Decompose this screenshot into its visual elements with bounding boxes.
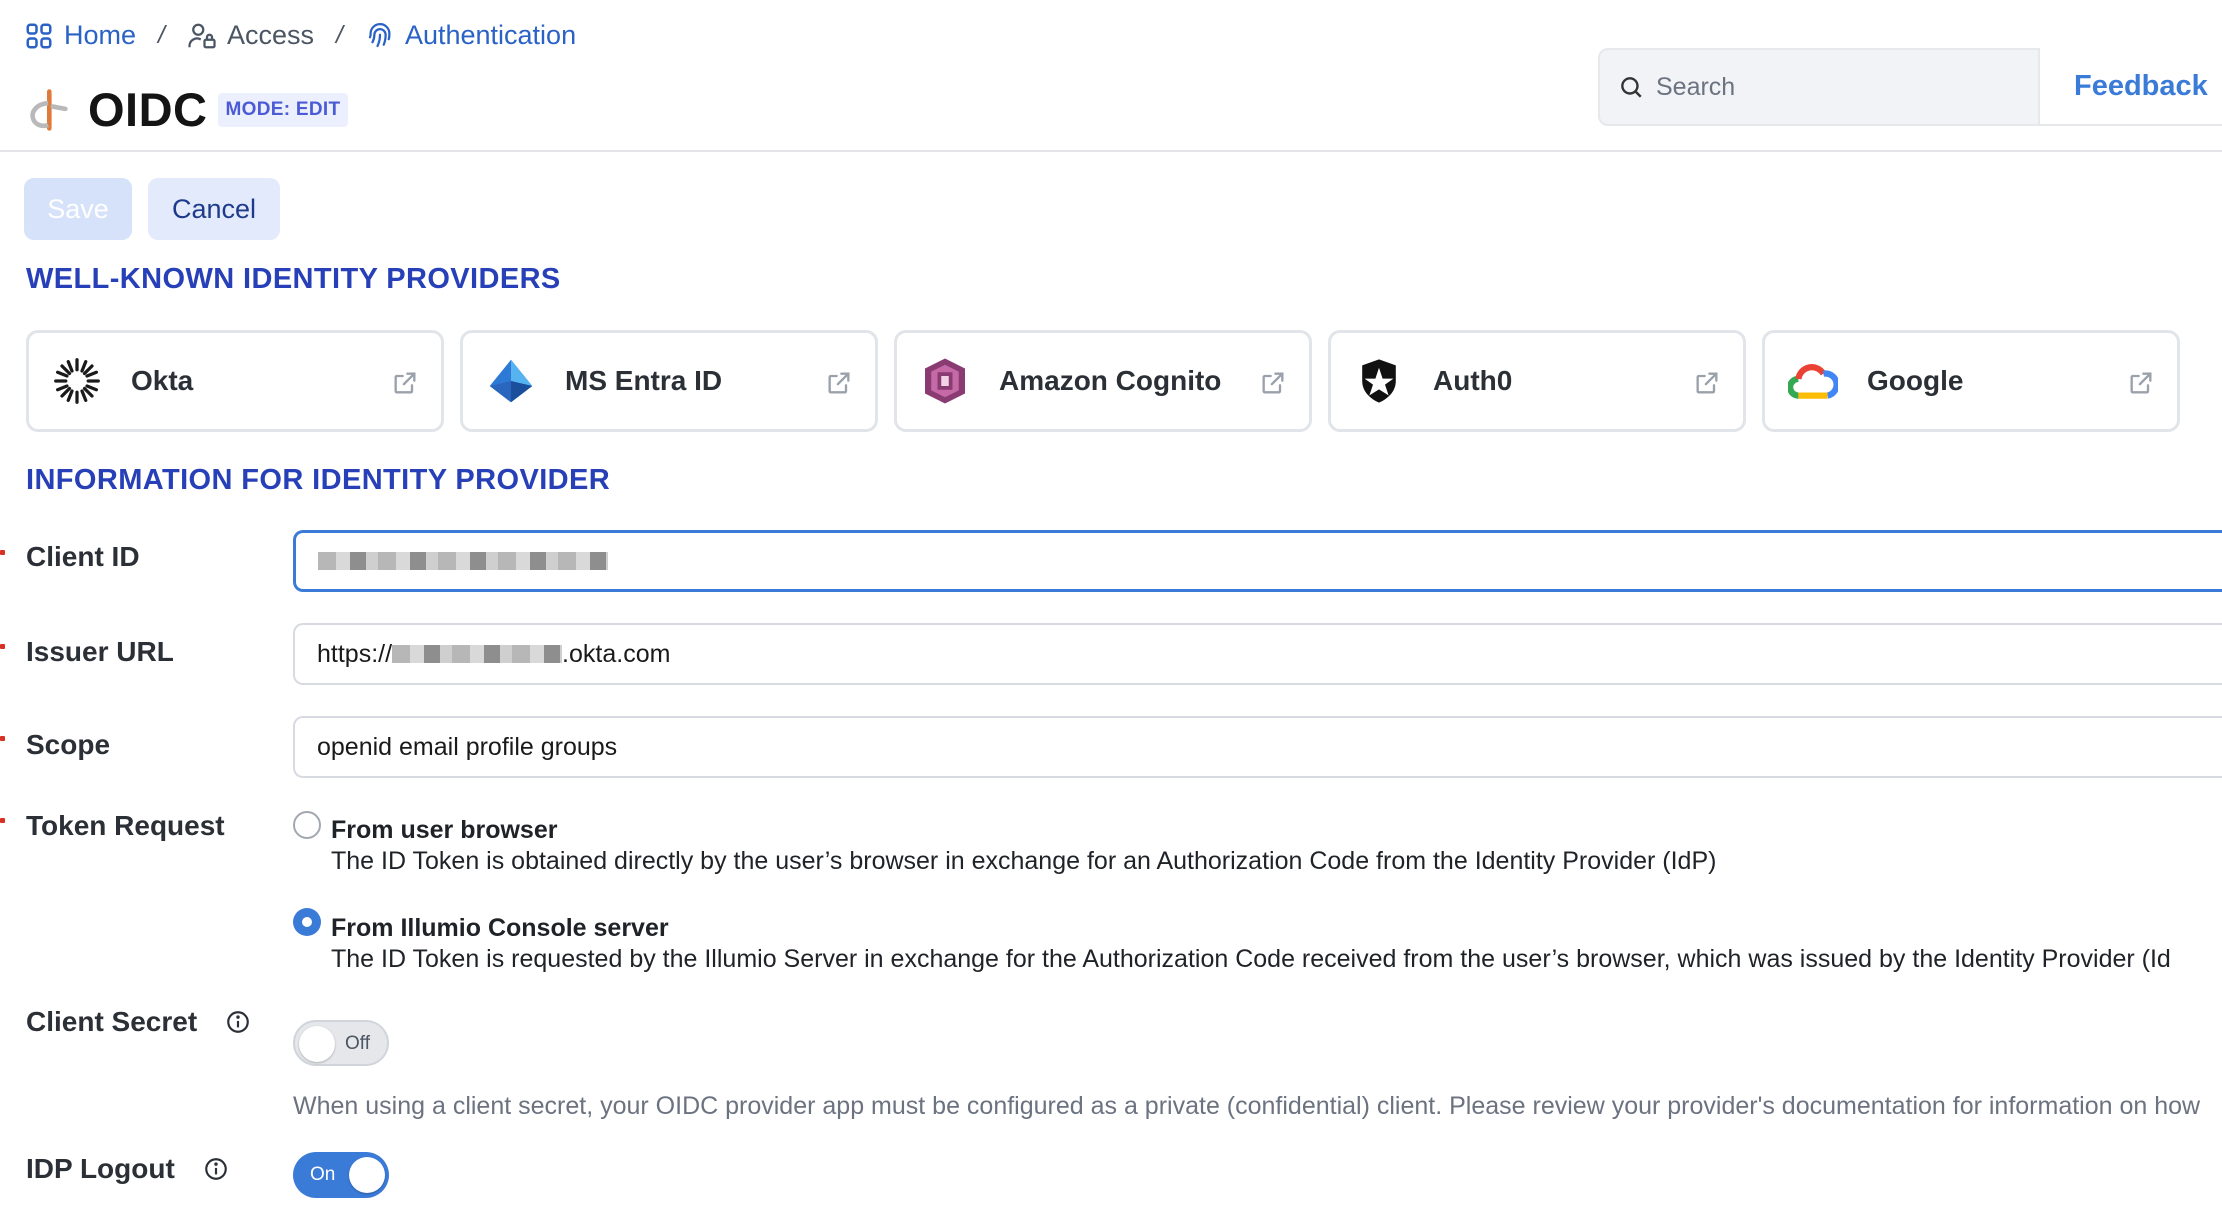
provider-name: MS Entra ID [565,365,723,396]
provider-card-amazon-cognito[interactable]: Amazon Cognito [894,330,1312,432]
okta-logo-icon [51,355,103,407]
provider-card-google[interactable]: Google [1762,330,2180,432]
redacted-value [392,645,563,663]
toggle-state-label: On [310,1164,336,1185]
breadcrumb-separator: / [158,21,165,49]
breadcrumb-authentication[interactable]: Authentication [365,20,576,51]
provider-card-okta[interactable]: Okta [26,330,444,432]
breadcrumb-separator: / [336,21,343,49]
scope-label: Scope [26,729,111,760]
search-box[interactable] [1598,48,2040,126]
external-link-icon [1696,372,1718,394]
search-icon [1621,77,1642,98]
ms-entra-logo-icon [485,355,537,407]
breadcrumb-home-label: Home [64,20,137,50]
issuer-url-input[interactable]: https:// .okta.com [293,623,2222,685]
external-link-icon [2130,372,2152,394]
title-row: OIDC MODE: EDIT [24,82,349,137]
toggle-knob [349,1157,385,1193]
idp-logout-label: IDP Logout [26,1153,229,1185]
radio-from-illumio-console-server-title[interactable]: From Illumio Console server [331,914,669,943]
radio-from-illumio-console-server-description: The ID Token is requested by the Illumio… [331,945,2171,973]
breadcrumb: Home / Access / Authentication [24,20,576,51]
client-id-input[interactable] [293,530,2222,592]
breadcrumb-access[interactable]: Access [187,20,314,51]
scope-value: openid email profile groups [317,732,618,761]
provider-list: Okta MS Entra ID Amazon Cognito Auth0 Go… [26,330,2180,432]
radio-from-user-browser[interactable] [293,811,321,839]
required-marker [0,550,5,555]
radio-from-user-browser-description: The ID Token is obtained directly by the… [331,847,1717,875]
provider-card-auth0[interactable]: Auth0 [1328,330,1746,432]
info-icon[interactable] [225,1009,251,1035]
token-request-label: Token Request [26,810,225,841]
required-marker [0,736,5,741]
idp-logout-toggle[interactable]: On [293,1152,389,1198]
provider-name: Auth0 [1433,365,1513,396]
provider-name: Okta [131,365,194,396]
required-marker [0,818,5,823]
external-link-icon [828,372,850,394]
issuer-url-prefix: https:// [317,639,393,668]
grid-icon [26,23,52,48]
client-secret-label: Client Secret [26,1006,251,1038]
breadcrumb-home[interactable]: Home [24,20,136,51]
toggle-knob [299,1026,335,1062]
provider-name: Google [1867,365,1964,396]
idp-logout-label-text: IDP Logout [26,1153,175,1184]
amazon-cognito-logo-icon [919,355,971,407]
breadcrumb-access-label: Access [226,20,315,50]
toggle-state-label: Off [345,1033,370,1054]
external-link-icon [394,372,416,394]
providers-section-title: WELL-KNOWN IDENTITY PROVIDERS [26,263,561,295]
external-link-icon [1262,372,1284,394]
provider-name: Amazon Cognito [999,365,1222,396]
oidc-logo-icon [30,88,68,131]
info-icon[interactable] [203,1156,229,1182]
issuer-url-suffix: .okta.com [562,639,671,668]
required-marker [0,644,5,649]
issuer-url-label: Issuer URL [26,636,174,667]
scope-input[interactable]: openid email profile groups [293,716,2222,778]
client-secret-label-text: Client Secret [26,1006,198,1037]
page-title: OIDC [88,83,208,136]
client-secret-toggle[interactable]: Off [293,1020,389,1066]
breadcrumb-authentication-label: Authentication [404,20,577,50]
client-secret-hint: When using a client secret, your OIDC pr… [293,1092,2201,1120]
cancel-button[interactable]: Cancel [148,178,280,240]
radio-from-user-browser-title[interactable]: From user browser [331,816,557,845]
radio-from-illumio-console-server[interactable] [293,908,321,936]
google-cloud-logo-icon [1787,355,1839,407]
save-button[interactable]: Save [24,178,132,240]
provider-card-ms-entra-id[interactable]: MS Entra ID [460,330,878,432]
page-header: Home / Access / Authentication OIDC MODE… [0,0,2222,152]
client-id-label: Client ID [26,541,140,572]
search-input[interactable] [1656,72,2016,102]
auth0-logo-icon [1353,355,1405,407]
feedback-button[interactable]: Feedback [2040,48,2222,126]
redacted-value [318,552,608,570]
info-section-title: INFORMATION FOR IDENTITY PROVIDER [26,464,611,496]
mode-badge: MODE: EDIT [217,92,349,127]
user-lock-icon [188,23,216,48]
fingerprint-icon [368,22,391,47]
